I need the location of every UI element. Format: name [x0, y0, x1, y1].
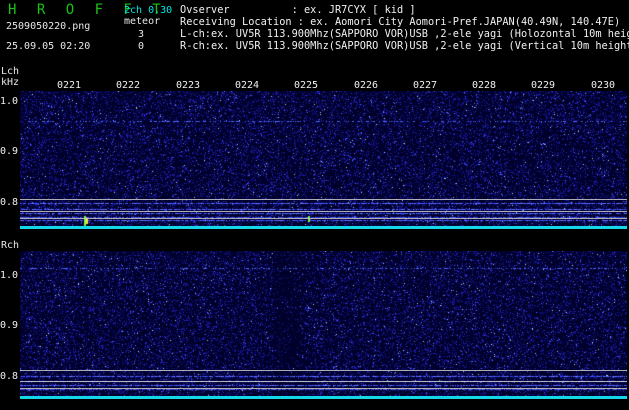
time-tick-label: 0224: [235, 80, 260, 91]
location-line: Receiving Location : ex. Aomori City Aom…: [180, 16, 621, 28]
lch-baseline: [20, 226, 627, 229]
rch-label: Rch: [1, 240, 20, 251]
lch-ytick-label: 1.0: [0, 96, 19, 107]
capture-datetime: 25.09.05 02:20: [6, 41, 91, 52]
rch-ref-line: [20, 388, 627, 389]
rch-ref-line: [20, 381, 627, 382]
time-tick-label: 0227: [413, 80, 438, 91]
rch-spectrogram: [20, 251, 627, 399]
time-tick-label: 0221: [57, 80, 82, 91]
lch-waterfall: [20, 91, 627, 229]
channel-version: 2ch 0.30: [124, 5, 173, 16]
lch-receiver-line: L-ch:ex. UV5R 113.900Mhz(SAPPORO VOR)USB…: [180, 28, 629, 40]
rch-baseline: [20, 396, 627, 399]
time-tick-label: 0229: [531, 80, 556, 91]
hroft-spectrogram-screen: H R O F F T 2ch 0.30 2509050220.png mete…: [0, 0, 629, 410]
rch-ytick-label: 0.8: [0, 371, 19, 382]
time-tick-label: 0223: [176, 80, 201, 91]
observer-line: Ovserver : ex. JR7CYX [ kid ]: [180, 4, 416, 16]
rch-meteor-count: 0: [138, 41, 145, 52]
lch-meteor-count: 3: [138, 29, 145, 40]
rch-receiver-line: R-ch:ex. UV5R 113.900Mhz(SAPPORO VOR)USB…: [180, 40, 629, 52]
image-filename: 2509050220.png: [6, 21, 91, 32]
rch-waterfall: [20, 251, 627, 399]
rch-ytick-label: 0.9: [0, 320, 19, 331]
lch-ytick-label: 0.8: [0, 197, 19, 208]
time-tick-label: 0226: [354, 80, 379, 91]
lch-ref-line: [20, 218, 627, 219]
rch-ytick-label: 1.0: [0, 270, 19, 281]
time-tick-label: 0222: [116, 80, 141, 91]
lch-ref-line: [20, 199, 627, 200]
lch-ref-line: [20, 211, 627, 212]
time-tick-label: 0230: [591, 80, 616, 91]
lch-spectrogram: [20, 91, 627, 229]
time-tick-label: 0225: [294, 80, 319, 91]
lch-unit: kHz: [1, 77, 20, 88]
lch-ytick-label: 0.9: [0, 146, 19, 157]
rch-ref-line: [20, 370, 627, 371]
time-tick-label: 0228: [472, 80, 497, 91]
lch-label: Lch: [1, 66, 20, 77]
meteor-label: meteor: [124, 16, 161, 27]
